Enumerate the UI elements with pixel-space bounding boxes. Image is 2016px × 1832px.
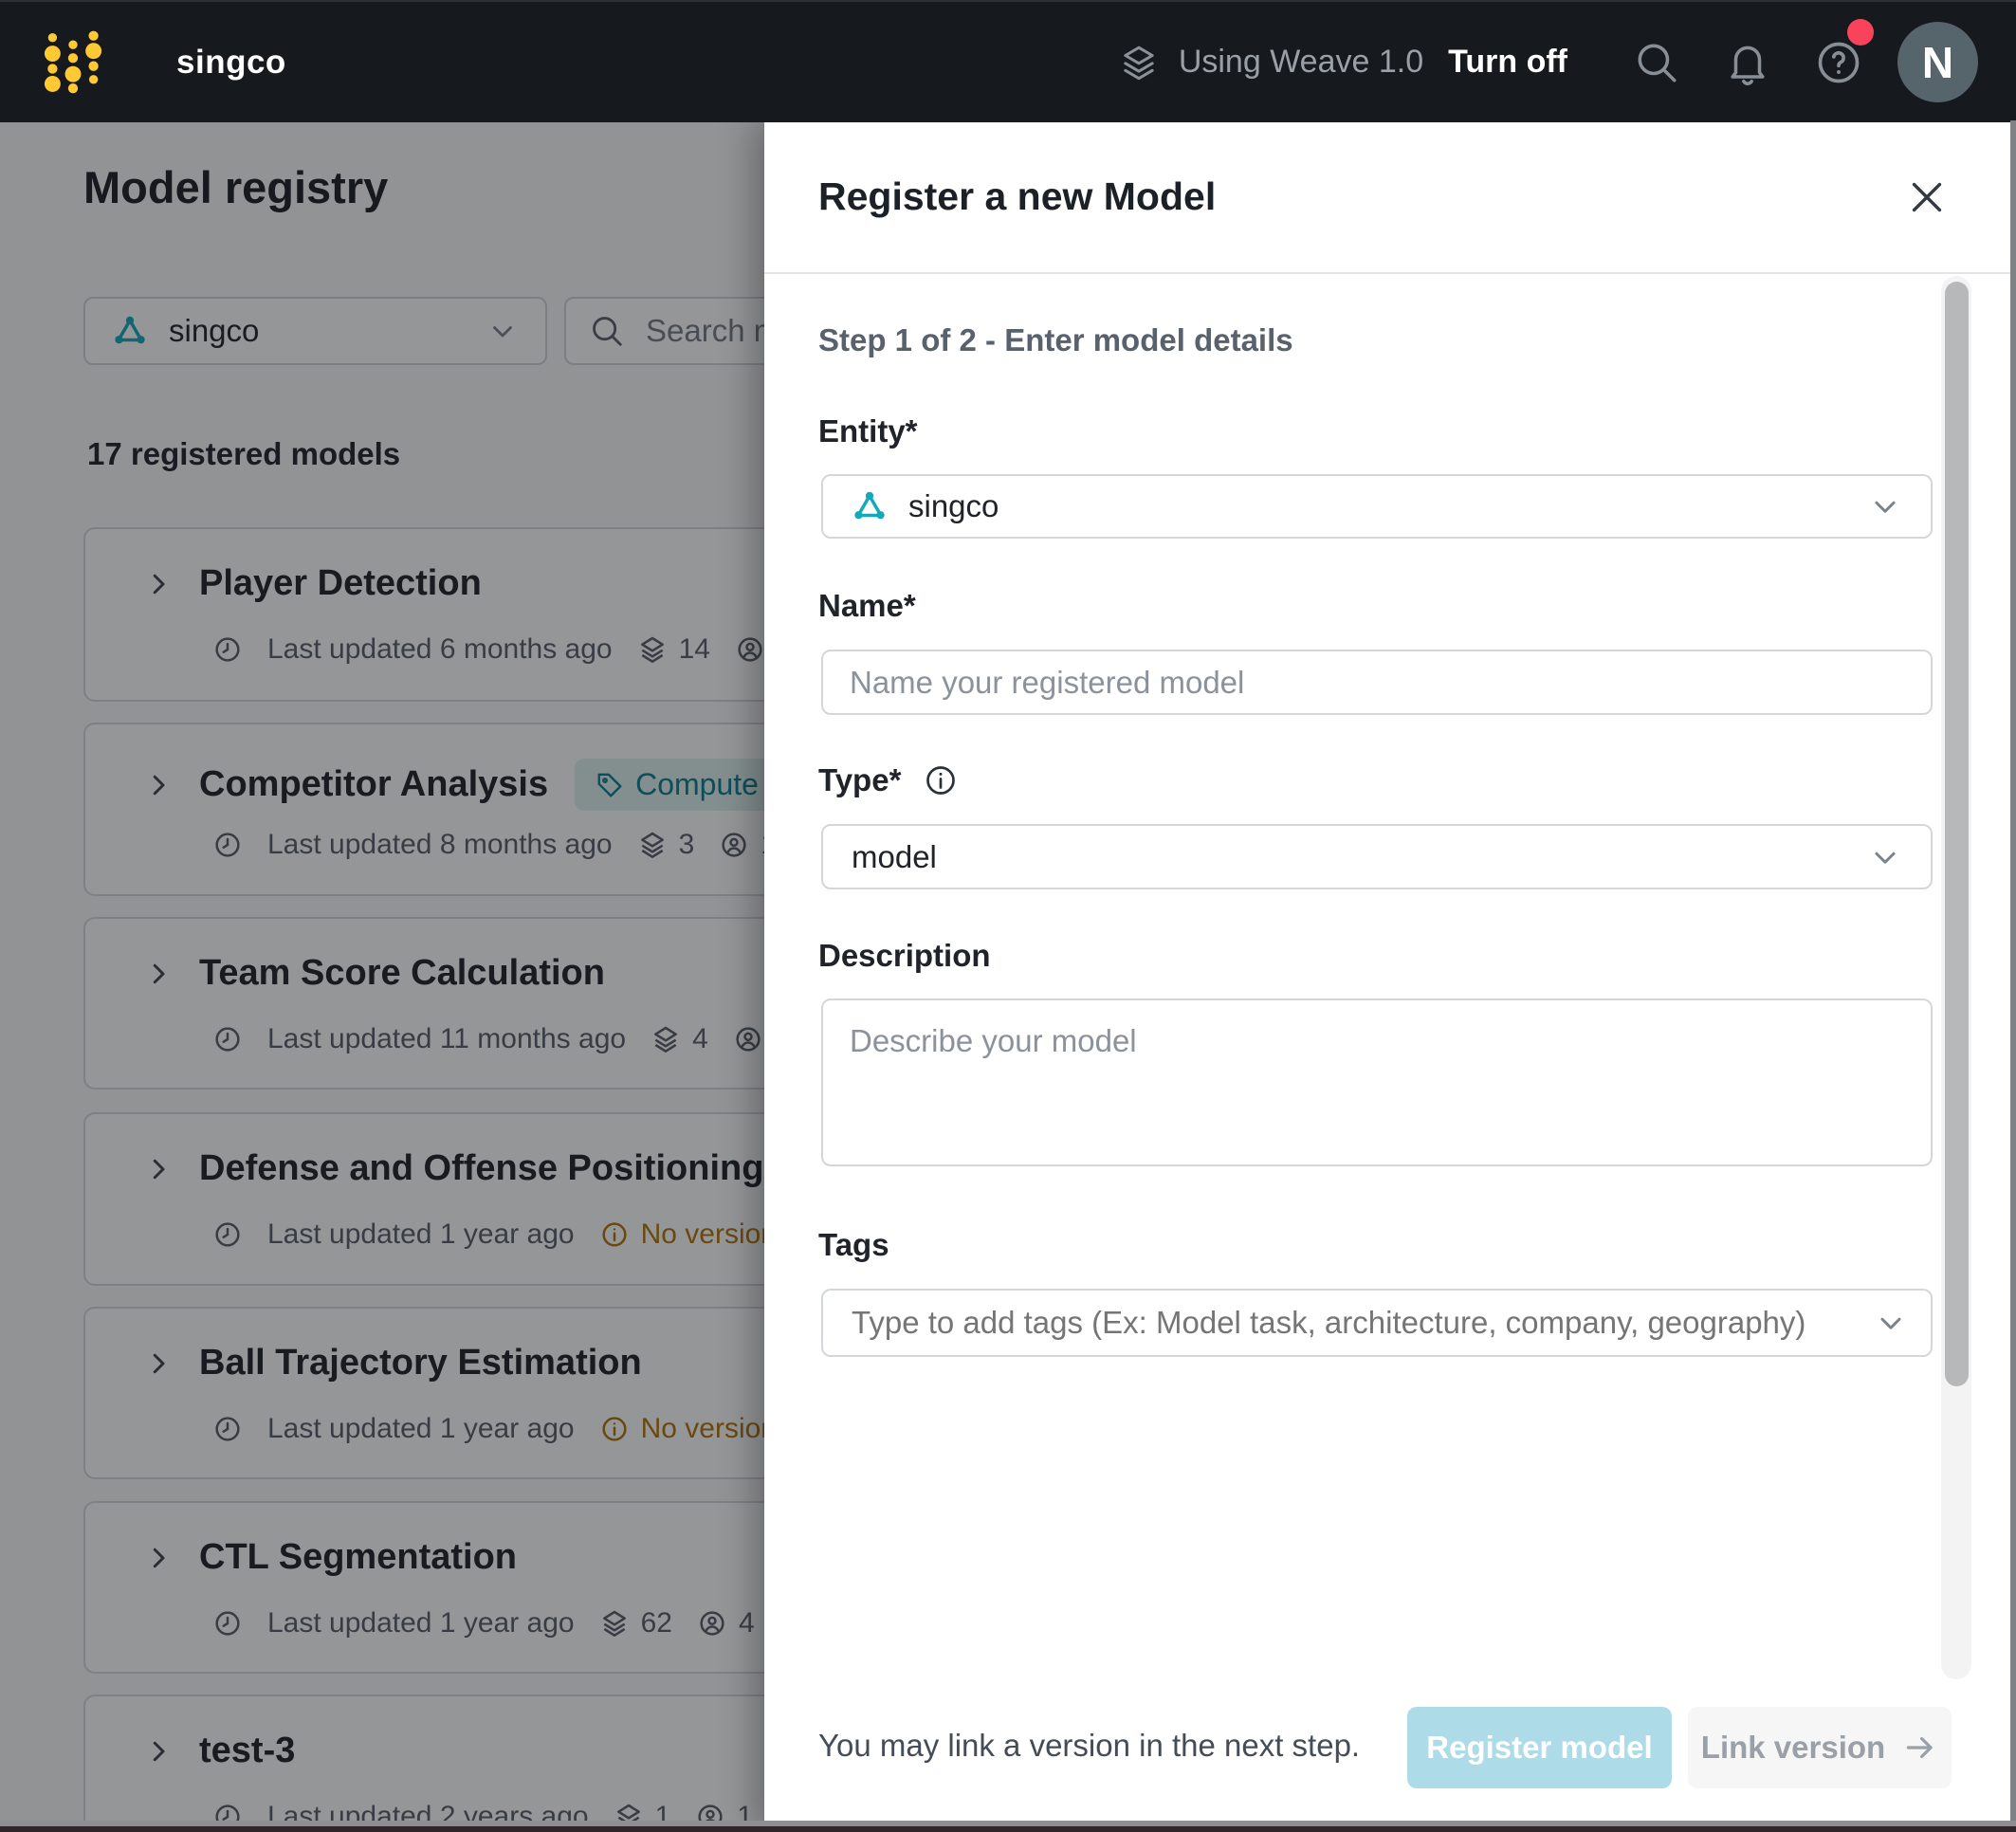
type-label: Type* (818, 762, 958, 798)
weave-status: Using Weave 1.0 (1120, 43, 1423, 82)
footer-hint: You may link a version in the next step. (818, 1728, 1361, 1763)
avatar-initial: N (1921, 37, 1954, 87)
search-button[interactable] (1611, 2, 1702, 122)
wandb-logo-icon[interactable] (44, 27, 102, 97)
step-indicator: Step 1 of 2 - Enter model details (818, 322, 1293, 357)
link-version-button[interactable]: Link version (1688, 1707, 1952, 1788)
notification-dot (1847, 19, 1874, 46)
drawer-title: Register a new Model (818, 174, 1217, 218)
weave-status-label: Using Weave 1.0 (1178, 44, 1424, 80)
register-model-drawer: Register a new Model Step 1 of 2 - Enter… (764, 120, 2016, 1832)
brand-title[interactable]: singco (176, 2, 286, 122)
register-model-label: Register model (1426, 1730, 1653, 1765)
help-button[interactable] (1793, 2, 1884, 122)
type-select-value: model (852, 838, 937, 874)
tags-input[interactable] (852, 1305, 1853, 1341)
entity-select-value: singco (908, 488, 999, 523)
user-avatar[interactable]: N (1897, 22, 1978, 102)
drawer-scrollbar-thumb[interactable] (1945, 282, 1969, 1386)
info-icon[interactable] (924, 763, 958, 797)
chevron-down-icon (1868, 840, 1902, 874)
navbar-actions: Using Weave 1.0 Turn off N (1120, 2, 1978, 122)
bell-icon (1724, 39, 1771, 86)
type-label-text: Type* (818, 762, 902, 797)
type-select[interactable]: model (821, 824, 1933, 889)
chevron-down-icon (1868, 489, 1902, 523)
register-model-button[interactable]: Register model (1407, 1707, 1672, 1788)
arrow-right-icon (1902, 1730, 1938, 1766)
description-label: Description (818, 938, 991, 973)
entity-select[interactable]: singco (821, 474, 1933, 539)
entity-label: Entity* (818, 413, 918, 449)
notifications-button[interactable] (1702, 2, 1793, 122)
name-label: Name* (818, 588, 916, 623)
turn-off-weave-button[interactable]: Turn off (1448, 44, 1567, 81)
weave-layers-icon (1120, 43, 1158, 82)
tags-select[interactable] (821, 1289, 1933, 1357)
description-textarea[interactable] (821, 998, 1933, 1166)
team-icon (852, 488, 888, 524)
bottom-window-edge (0, 1826, 2016, 1832)
drawer-header: Register a new Model (764, 120, 2016, 274)
top-navbar: singco Using Weave 1.0 Turn off N (0, 0, 2016, 122)
tags-label: Tags (818, 1227, 889, 1262)
search-icon (1633, 39, 1680, 86)
chevron-down-icon (1874, 1306, 1908, 1340)
link-version-label: Link version (1700, 1730, 1886, 1765)
close-icon[interactable] (1905, 175, 1949, 219)
app-root: singco Using Weave 1.0 Turn off N Model … (0, 0, 2016, 1832)
name-input[interactable] (821, 650, 1933, 715)
window-scrollbar-edge[interactable] (2010, 120, 2016, 1832)
